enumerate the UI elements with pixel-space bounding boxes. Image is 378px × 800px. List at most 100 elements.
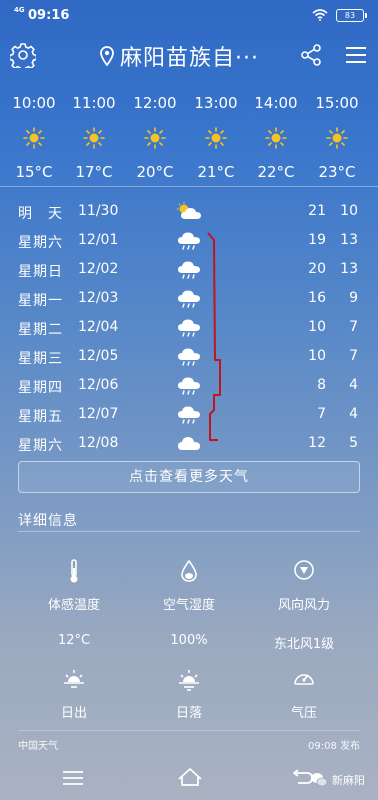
hourly-item: 13:00 21°C — [186, 94, 246, 181]
divider — [0, 186, 378, 187]
day-high-temp: 12 — [308, 435, 326, 451]
cloud-icon — [178, 437, 200, 450]
hourly-item: 10:00 15°C — [4, 94, 64, 181]
hour-time: 12:00 — [133, 94, 177, 112]
wifi-icon — [312, 9, 328, 21]
day-date: 12/02 — [78, 261, 119, 277]
day-date: 11/30 — [78, 203, 119, 219]
wechat-icon — [311, 773, 328, 787]
hour-temp: 20°C — [136, 163, 174, 181]
thermometer-icon — [70, 559, 78, 583]
nav-recents-icon[interactable] — [62, 770, 84, 786]
day-high-temp: 19 — [308, 232, 326, 248]
humidity-drop-icon — [181, 559, 197, 582]
location-selector[interactable]: 麻阳苗族自··· — [100, 40, 259, 72]
menu-icon[interactable] — [346, 46, 366, 64]
day-low-temp: 7 — [349, 319, 358, 335]
detail-label: 气压 — [290, 706, 317, 721]
day-name: 星期六 — [18, 438, 63, 454]
detail-value: 100% — [170, 633, 208, 648]
day-name: 星期二 — [18, 322, 63, 338]
sun-icon — [83, 127, 105, 149]
day-high-temp: 10 — [308, 348, 326, 364]
detail-value: 东北风1级 — [273, 637, 335, 652]
forecast-day-row[interactable]: 星期六 12/01 19 13 — [0, 226, 378, 255]
sun-icon — [265, 127, 287, 149]
day-date: 12/06 — [78, 377, 119, 393]
hour-time: 14:00 — [254, 94, 298, 112]
sun-icon — [23, 127, 45, 149]
day-high-temp: 16 — [308, 290, 326, 306]
detail-label: 风向风力 — [277, 598, 330, 613]
share-icon[interactable] — [300, 44, 322, 66]
day-low-temp: 9 — [349, 290, 358, 306]
day-name: 星期三 — [18, 351, 63, 367]
nav-home-icon[interactable] — [177, 766, 203, 786]
day-low-temp: 13 — [340, 261, 358, 277]
sun-icon — [205, 127, 227, 149]
pressure-gauge-icon — [294, 674, 314, 685]
wind-direction-icon — [294, 560, 314, 580]
location-pin-icon — [100, 46, 114, 66]
hour-time: 11:00 — [72, 94, 116, 112]
hourly-item: 15:00 23°C — [307, 94, 367, 181]
day-low-temp: 5 — [349, 435, 358, 451]
day-date: 12/03 — [78, 290, 119, 306]
status-time: 09:16 — [28, 8, 70, 23]
forecast-day-row[interactable]: 星期三 12/05 10 7 — [0, 342, 378, 371]
day-low-temp: 7 — [349, 348, 358, 364]
hour-time: 13:00 — [194, 94, 238, 112]
day-name: 星期五 — [18, 409, 63, 425]
detail-label: 日落 — [175, 706, 202, 721]
watermark-text: 新麻阳 — [332, 774, 365, 787]
day-name: 星期六 — [18, 235, 63, 251]
rain-cloud-icon — [178, 290, 200, 308]
day-high-temp: 8 — [317, 377, 326, 393]
day-high-temp: 7 — [317, 406, 326, 422]
hour-temp: 17°C — [75, 163, 113, 181]
rain-cloud-icon — [178, 232, 200, 250]
detail-label: 体感温度 — [47, 598, 100, 613]
hourly-item: 11:00 17°C — [64, 94, 124, 181]
sunrise-icon — [64, 670, 84, 688]
rain-cloud-icon — [178, 406, 200, 424]
detail-value: 12°C — [57, 633, 91, 648]
data-source: 中国天气 — [18, 741, 58, 752]
forecast-day-row[interactable]: 星期日 12/02 20 13 — [0, 255, 378, 284]
divider — [18, 531, 360, 532]
detail-sunset: 日落 — [129, 666, 249, 721]
forecast-day-row[interactable]: 星期六 12/08 12 5 — [0, 429, 378, 458]
detail-wind: 风向风力 东北风1级 — [244, 558, 364, 652]
forecast-day-row[interactable]: 明 天 11/30 21 10 — [0, 197, 378, 226]
sun-icon — [326, 127, 348, 149]
rain-cloud-icon — [178, 261, 200, 279]
detail-feels-like: 体感温度 12°C — [14, 558, 134, 648]
forecast-day-row[interactable]: 星期二 12/04 10 7 — [0, 313, 378, 342]
hour-time: 10:00 — [12, 94, 56, 112]
hourly-item: 14:00 22°C — [246, 94, 306, 181]
more-weather-button[interactable]: 点击查看更多天气 — [18, 461, 360, 493]
forecast-day-row[interactable]: 星期四 12/06 8 4 — [0, 371, 378, 400]
hourly-item: 12:00 20°C — [125, 94, 185, 181]
network-indicator: 4G — [14, 6, 25, 14]
hour-temp: 23°C — [318, 163, 356, 181]
day-high-temp: 10 — [308, 319, 326, 335]
day-name: 明 天 — [18, 206, 63, 222]
publish-time: 09:08 发布 — [308, 741, 360, 752]
settings-icon[interactable] — [10, 42, 36, 68]
hour-temp: 22°C — [257, 163, 295, 181]
day-low-temp: 4 — [349, 377, 358, 393]
sun-icon — [144, 127, 166, 149]
detail-sunrise: 日出 — [14, 666, 134, 721]
hour-time: 15:00 — [315, 94, 359, 112]
day-low-temp: 10 — [340, 203, 358, 219]
detail-label: 日出 — [60, 706, 87, 721]
forecast-day-row[interactable]: 星期五 12/07 7 4 — [0, 400, 378, 429]
partly-cloudy-icon — [177, 202, 201, 219]
detail-pressure: 气压 — [244, 666, 364, 721]
rain-cloud-icon — [178, 377, 200, 395]
rain-cloud-icon — [178, 348, 200, 366]
forecast-day-row[interactable]: 星期一 12/03 16 9 — [0, 284, 378, 313]
rain-cloud-icon — [178, 319, 200, 337]
day-date: 12/08 — [78, 435, 119, 451]
